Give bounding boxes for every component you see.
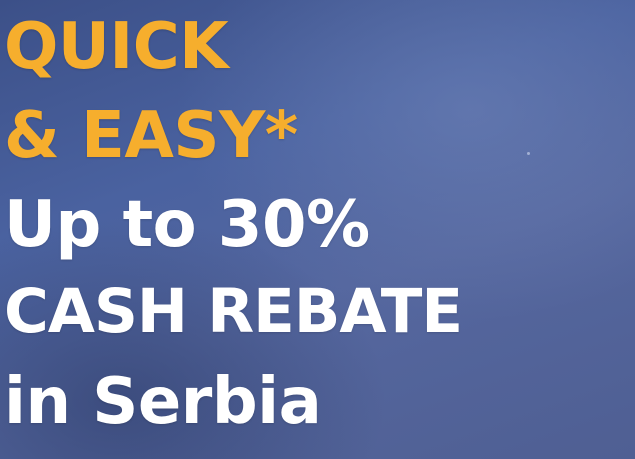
rebate-location: in Serbia: [4, 365, 322, 439]
background-speck: [527, 152, 530, 155]
rebate-percentage: Up to 30%: [4, 188, 370, 262]
promo-banner: QUICK & EASY* Up to 30% CASH REBATE in S…: [0, 0, 635, 459]
headline-quick: QUICK: [4, 10, 229, 84]
rebate-label: CASH REBATE: [4, 276, 463, 347]
headline-easy: & EASY*: [4, 99, 298, 173]
